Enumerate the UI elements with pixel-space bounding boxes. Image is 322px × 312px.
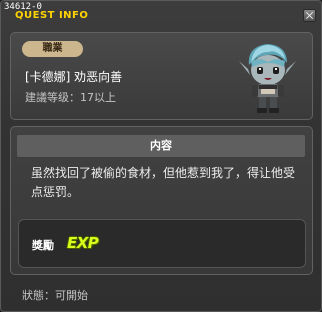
content-header: 内容	[17, 135, 305, 157]
npc-portrait-icon	[239, 44, 296, 113]
close-button[interactable]	[303, 9, 316, 22]
quest-status: 狀態：可開始	[22, 289, 88, 302]
recommended-level: 建議等级：17以上	[25, 91, 116, 104]
reward-label: 獎勵	[32, 239, 54, 252]
reward-box	[18, 219, 306, 268]
quest-info-window: 34612-0 QUEST INFO 職業 [卡德娜] 劝恶向善 建議等级：17…	[0, 0, 322, 312]
job-badge: 職業	[22, 41, 83, 57]
window-title: QUEST INFO	[15, 10, 89, 21]
content-text: 虽然找回了被偷的食材，但他惹到我了，得让他受点惩罚。	[31, 166, 296, 199]
exp-icon: EXP	[67, 234, 99, 252]
quest-name: [卡德娜] 劝恶向善	[25, 70, 123, 84]
